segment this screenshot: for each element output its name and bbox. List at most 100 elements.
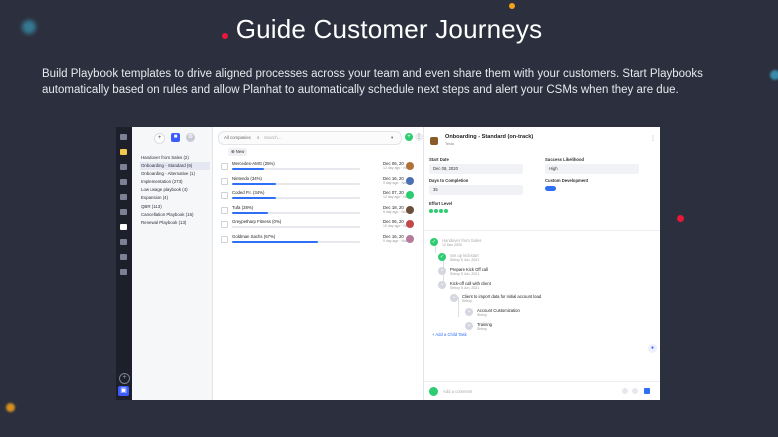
progress-fill <box>232 168 264 170</box>
progress-track <box>232 182 360 185</box>
owner-avatar <box>406 205 414 214</box>
decorative-dot <box>509 3 515 9</box>
playbook-item[interactable]: Onboarding - Standard (6) <box>140 162 210 171</box>
success-field[interactable]: High <box>545 164 639 174</box>
calendar-icon[interactable] <box>120 179 127 185</box>
playbook-item[interactable]: Onboarding - Alternative (1) <box>140 170 210 178</box>
progress-track <box>232 211 360 214</box>
row-checkbox[interactable] <box>221 177 228 185</box>
progress-fill <box>232 211 268 214</box>
attach-icon[interactable] <box>622 388 628 394</box>
add-child-task-link[interactable]: + Add a Child Task <box>432 332 467 337</box>
scope-select[interactable]: All companies <box>224 132 251 144</box>
playbook-item[interactable]: Low usage playbook (4) <box>140 186 210 194</box>
owner-avatar <box>406 162 414 170</box>
folder-icon[interactable]: ■ <box>171 133 180 142</box>
company-name: Nintendo (34%) <box>232 175 262 181</box>
user-avatar <box>429 387 438 396</box>
decorative-dot <box>6 403 15 412</box>
row-checkbox[interactable] <box>221 192 228 199</box>
owner-avatar <box>406 176 414 185</box>
add-icon[interactable]: + <box>119 373 130 384</box>
pending-icon[interactable]: • <box>438 267 446 275</box>
playbook-item[interactable]: Expansion (4) <box>140 194 210 202</box>
detail-title: Onboarding - Standard (on-track) <box>445 134 534 140</box>
more-button[interactable]: ⋮ <box>415 133 423 141</box>
more-icon[interactable]: ⋮ <box>650 135 656 142</box>
pending-icon[interactable]: • <box>465 322 473 330</box>
inbox-icon[interactable] <box>120 164 127 170</box>
timeline-sub: Shiroy 5 Jun, 2021 <box>450 272 480 276</box>
emoji-icon[interactable] <box>632 388 638 394</box>
chart-icon[interactable] <box>120 209 127 215</box>
settings-icon[interactable] <box>120 269 127 275</box>
app-screenshot: + ▣ + ■ ⚙ Handover from Sales (2) Onboar… <box>116 127 660 400</box>
users-icon[interactable] <box>120 254 127 260</box>
days-field[interactable]: 35 <box>429 185 523 195</box>
detail-subtitle: Tesla <box>445 142 454 146</box>
progress-fill <box>232 197 276 199</box>
check-icon[interactable]: ✓ <box>430 238 438 246</box>
progress-fill <box>232 240 318 243</box>
table-row[interactable]: Coded P.I. (34%) Dec 07, 20 12 day ago · N… <box>218 189 418 202</box>
table-row[interactable]: Goldman Sachs (67%) Dec 16, 20 9 day ago ·… <box>218 233 418 246</box>
dashboard-icon[interactable] <box>120 149 127 155</box>
pending-icon[interactable]: • <box>465 308 473 316</box>
effort-dot <box>439 209 443 213</box>
pending-icon[interactable]: • <box>438 281 446 289</box>
playbooks-icon[interactable] <box>120 224 127 230</box>
company-name: Coded P.I. (34%) <box>232 190 265 195</box>
table-row[interactable]: Greypetharp Fitness (0%) Dec 06, 20 10 day… <box>218 218 418 231</box>
company-name: Goldman Sachs (67%) <box>232 233 276 239</box>
check-icon[interactable]: ✓ <box>438 253 446 261</box>
owner-avatar <box>406 234 414 243</box>
timeline-sub: Shiroy 5 Jun, 2021 <box>450 286 480 290</box>
send-icon[interactable] <box>644 388 650 394</box>
row-checkbox[interactable] <box>221 206 228 214</box>
decorative-dot <box>770 70 778 80</box>
company-name: Greypetharp Fitness (0%) <box>232 219 282 224</box>
days-label: Days to Completion <box>429 178 469 183</box>
custom-dev-toggle[interactable] <box>545 186 556 191</box>
playbook-detail-panel: Onboarding - Standard (on-track) Tesla ⋮… <box>424 127 660 400</box>
start-date-field[interactable]: Dec 08, 2020 <box>429 164 523 174</box>
playbook-icon <box>430 137 438 145</box>
tasks-icon[interactable] <box>120 194 127 200</box>
table-row[interactable]: Mercedes-AMG (25%) Dec 06, 20 12 day ago ·… <box>218 160 418 173</box>
pending-icon[interactable]: • <box>450 294 458 302</box>
search-input[interactable]: Search... <box>264 132 281 144</box>
playbook-item[interactable]: Implementation (273) <box>140 178 210 186</box>
playbook-item[interactable]: QBR (113) <box>140 203 210 211</box>
playbook-item[interactable]: Handover from Sales (2) <box>140 154 210 162</box>
row-checkbox[interactable] <box>221 221 228 228</box>
table-row[interactable]: Nintendo (34%) Dec 16, 20 9 day ago · Noon… <box>218 175 418 188</box>
decorative-dot <box>677 215 684 222</box>
playbooks-sidebar: + ■ ⚙ Handover from Sales (2) Onboarding… <box>132 127 213 400</box>
timeline-sub: 12 Dec 2020 <box>442 243 462 247</box>
search-icon: ⌕ <box>257 135 260 140</box>
gear-icon[interactable]: ⚙ <box>186 133 195 142</box>
playbook-item[interactable]: Cancellation Playbook (16) <box>140 211 210 219</box>
megaphone-icon[interactable] <box>120 239 127 245</box>
effort-level[interactable] <box>429 209 448 213</box>
start-date-label: Start Date <box>429 157 449 162</box>
search-bar[interactable]: All companies ⌕ Search... ▾ <box>218 131 402 145</box>
chat-icon[interactable]: ● <box>648 344 657 353</box>
row-checkbox[interactable] <box>221 235 228 243</box>
row-checkbox[interactable] <box>221 163 228 170</box>
playbook-item[interactable]: Renewal Playbook (13) <box>140 219 210 227</box>
company-list-panel: All companies ⌕ Search... ▾ + ⋮ ⊕ New Me… <box>213 127 424 400</box>
page-title: Guide Customer Journeys <box>235 14 543 44</box>
chevron-down-icon[interactable]: ▾ <box>391 132 393 144</box>
progress-track <box>232 240 360 243</box>
effort-dot <box>429 209 433 213</box>
new-filter[interactable]: ⊕ New <box>228 148 248 156</box>
plus-icon[interactable]: + <box>154 133 165 144</box>
add-button[interactable]: + <box>405 133 413 141</box>
comment-input[interactable]: Add a comment <box>443 389 472 394</box>
cube-icon[interactable]: ▣ <box>118 386 129 396</box>
search-icon[interactable] <box>120 134 127 140</box>
owner-avatar <box>406 191 414 199</box>
table-row[interactable]: Tufa (28%) Dec 18, 20 5 day ago · Noone <box>218 204 418 217</box>
timeline-sub: Shiroy <box>477 327 487 331</box>
